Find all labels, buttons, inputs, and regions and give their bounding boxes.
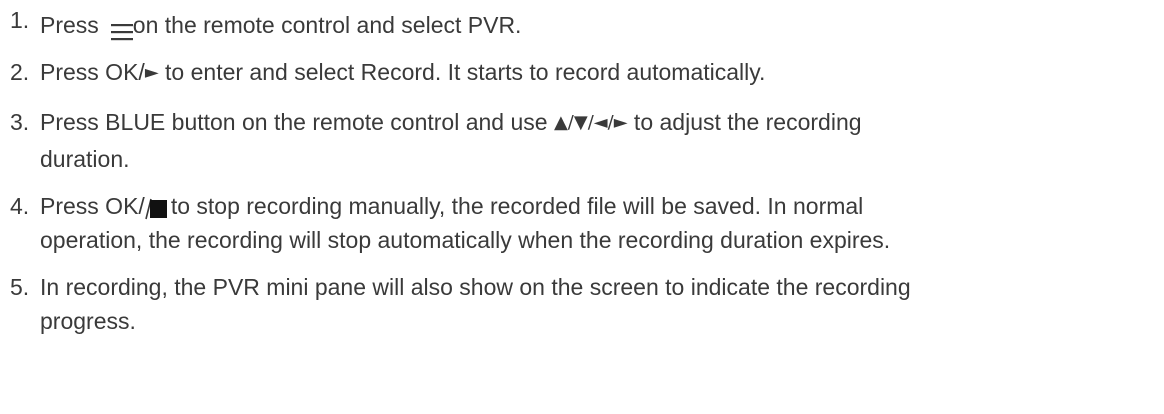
step-text-after: on the remote control and select PVR.: [132, 12, 522, 38]
step-4: 4. Press OK/to stop recording manually, …: [10, 189, 1160, 257]
step-text-continuation: operation, the recording will stop autom…: [40, 227, 891, 253]
step-text-continuation: duration.: [40, 146, 130, 172]
step-number: 1.: [10, 7, 30, 33]
step-number: 2.: [10, 59, 30, 85]
step-text-after: to adjust the recording: [627, 109, 862, 135]
step-text-before: Press BLUE button on the remote control …: [40, 109, 554, 135]
instruction-steps: 1. Press on the remote control and select…: [10, 7, 1160, 351]
step-number: 4.: [10, 193, 30, 219]
step-number: 3.: [10, 109, 30, 135]
play-arrow-glyph: ►: [144, 62, 159, 83]
stop-icon: [145, 195, 167, 220]
step-number: 5.: [10, 274, 30, 300]
menu-icon: [110, 16, 133, 41]
step-5: 5. In recording, the PVR mini pane will …: [10, 270, 1160, 338]
step-text-after: to enter and select Record. It starts to…: [158, 59, 766, 85]
step-text-after: to stop recording manually, the recorded…: [170, 193, 864, 219]
step-text: In recording, the PVR mini pane will als…: [40, 274, 911, 300]
step-text-before: Press OK/: [40, 59, 145, 85]
step-1: 1. Press on the remote control and select…: [10, 7, 1160, 42]
step-3: 3. Press BLUE button on the remote contr…: [10, 105, 1160, 176]
step-2: 2. Press OK/► to enter and select Record…: [10, 55, 1160, 92]
step-text-before: Press OK/: [40, 193, 145, 219]
step-text-continuation: progress.: [40, 308, 136, 334]
direction-arrows-glyph: ▲/▼/◄/►: [553, 112, 628, 133]
step-text-before: Press: [40, 12, 99, 38]
